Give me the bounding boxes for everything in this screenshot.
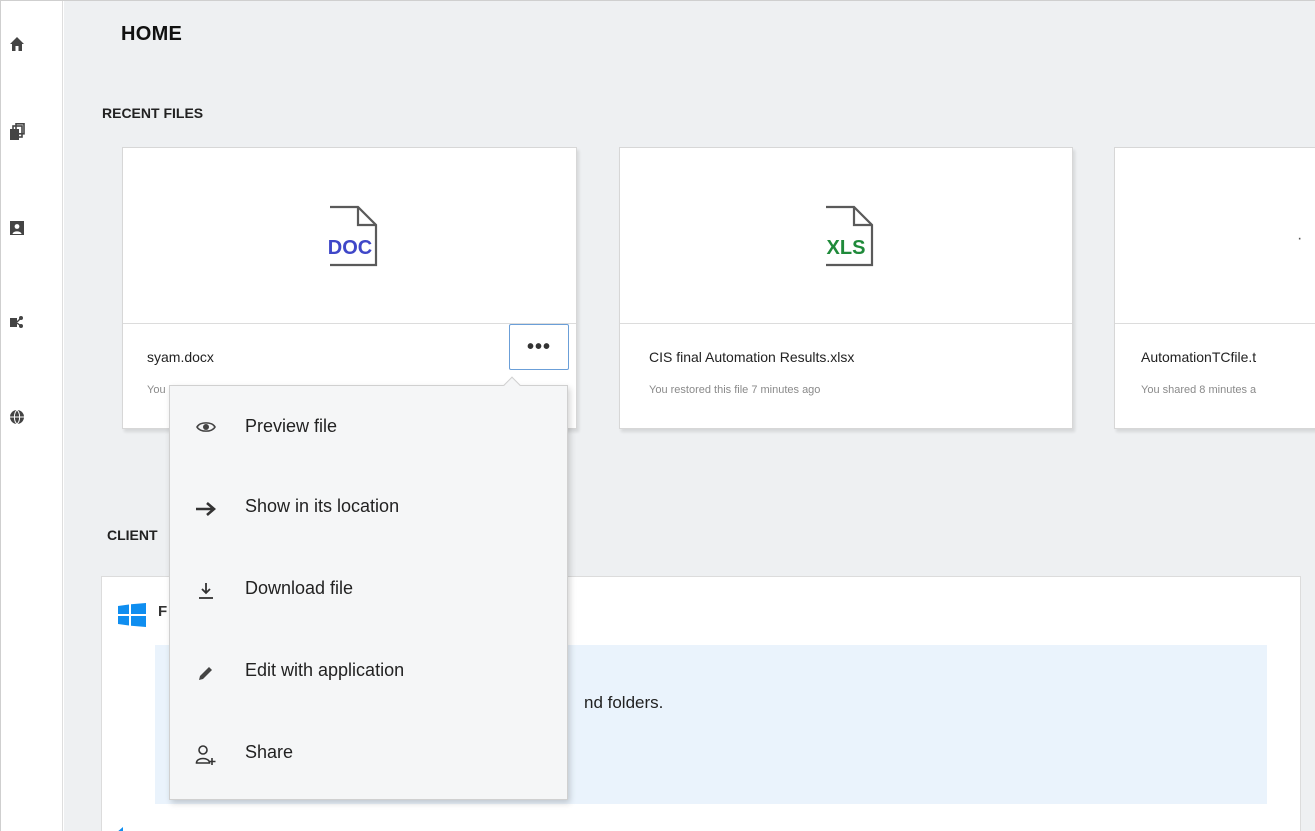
recent-files-heading: RECENT FILES: [102, 105, 204, 121]
file-card[interactable]: XLS CIS final Automation Results.xlsx Yo…: [619, 147, 1073, 429]
eye-icon: [192, 392, 220, 462]
menu-item-label: Edit with application: [245, 660, 405, 680]
file-name[interactable]: AutomationTCfile.t: [1141, 349, 1256, 365]
add-user-icon: [192, 720, 220, 790]
menu-item-preview-file[interactable]: Preview file: [170, 392, 567, 462]
menu-item-share[interactable]: Share: [170, 720, 567, 790]
menu-item-label: Download file: [245, 578, 354, 598]
app-window: HOME RECENT FILES DOC syam.docx You open…: [0, 0, 1315, 831]
file-card[interactable]: · AutomationTCfile.t You shared 8 minute…: [1114, 147, 1315, 429]
file-type-badge: ·: [1297, 230, 1303, 247]
windows-icon: [118, 827, 123, 831]
pencil-icon: [192, 638, 220, 708]
file-type-badge: DOC: [327, 237, 371, 259]
file-type-badge: XLS: [827, 237, 866, 259]
client-info-text: nd folders.: [584, 693, 664, 712]
arrow-right-icon: [192, 474, 220, 544]
files-icon[interactable]: [7, 122, 27, 142]
download-icon: [192, 556, 220, 626]
file-status: You shared 8 minutes a: [1141, 384, 1257, 396]
more-options-button[interactable]: •••: [509, 324, 569, 370]
file-thumbnail: DOC: [123, 148, 576, 324]
client-section-heading: CLIENT: [107, 527, 158, 543]
spreadsheet-file-icon: XLS: [826, 205, 874, 266]
file-name[interactable]: syam.docx: [147, 349, 214, 365]
contacts-icon[interactable]: [7, 218, 27, 238]
windows-icon: [118, 603, 146, 627]
file-context-menu: Preview file Show in its location Downlo…: [169, 376, 568, 800]
menu-item-label: Share: [245, 742, 294, 762]
file-thumbnail: XLS: [620, 148, 1072, 324]
menu-item-label: Preview file: [245, 416, 338, 436]
file-status: You restored this file 7 minutes ago: [649, 384, 821, 396]
home-icon[interactable]: [7, 34, 27, 54]
globe-icon[interactable]: [7, 407, 27, 427]
document-file-icon: DOC: [327, 205, 377, 266]
sidebar: [1, 1, 63, 831]
file-thumbnail: ·: [1115, 148, 1315, 324]
page-title: HOME: [121, 23, 183, 45]
menu-item-download-file[interactable]: Download file: [170, 556, 567, 626]
file-name[interactable]: CIS final Automation Results.xlsx: [649, 349, 854, 365]
menu-item-show-location[interactable]: Show in its location: [170, 474, 567, 544]
menu-item-edit-with-application[interactable]: Edit with application: [170, 638, 567, 708]
menu-item-label: Show in its location: [245, 496, 400, 516]
client-name: F: [158, 603, 168, 620]
share-network-icon[interactable]: [7, 312, 27, 332]
